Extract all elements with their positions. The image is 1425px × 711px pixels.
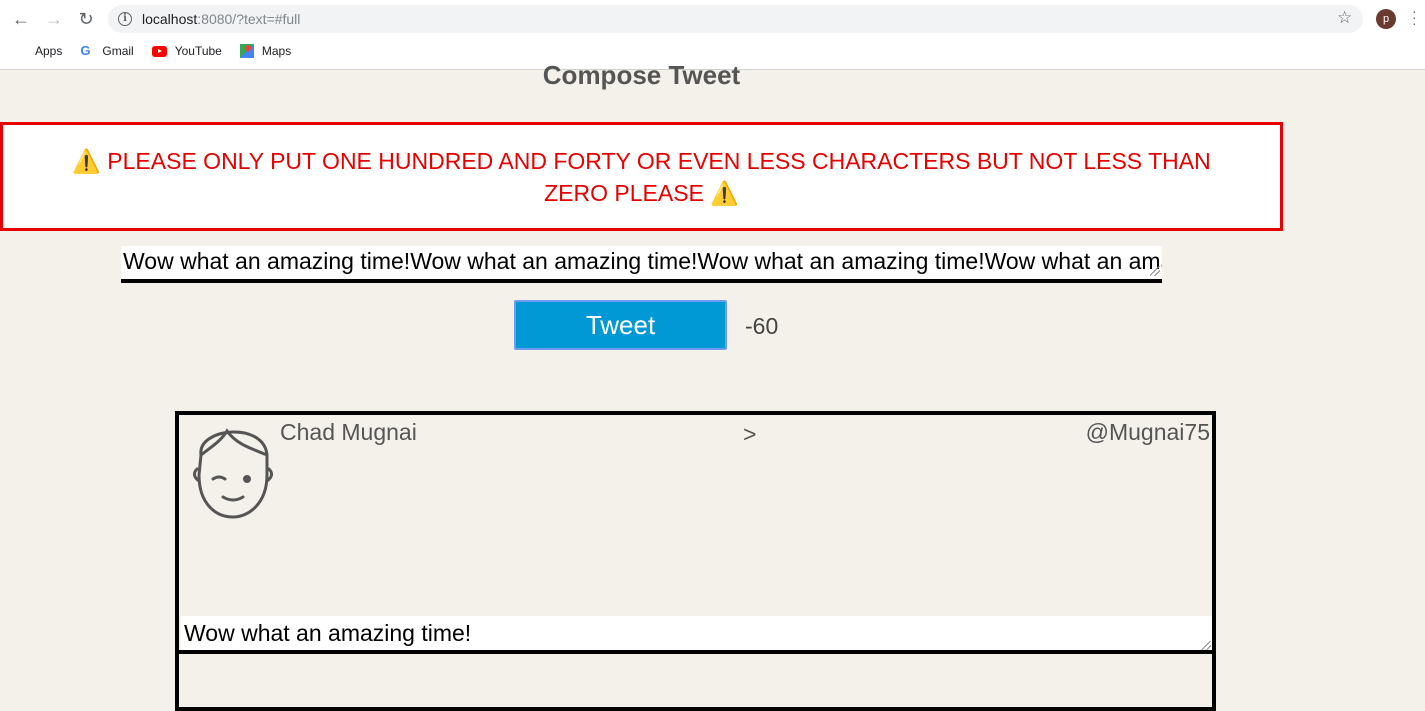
info-icon[interactable]: i [118, 12, 132, 26]
bookmark-maps[interactable]: Maps [239, 44, 292, 58]
bookmark-label: Apps [35, 44, 63, 58]
menu-icon[interactable]: · · · [1412, 4, 1417, 30]
warning-text: ⚠️ PLEASE ONLY PUT ONE HUNDRED AND FORTY… [72, 147, 1211, 206]
bookmark-label: Gmail [102, 44, 134, 58]
bookmarks-bar: Apps G Gmail YouTube Maps [14, 42, 309, 60]
reload-icon[interactable]: ↻ [76, 9, 96, 29]
url-path: :8080/?text=#full [197, 11, 301, 27]
bookmark-label: YouTube [174, 44, 222, 58]
tweet-author-handle: @Mugnai75 [1085, 419, 1210, 445]
google-icon: G [80, 43, 91, 58]
avatar-face-icon [192, 428, 274, 519]
youtube-icon [151, 45, 167, 57]
bookmark-youtube[interactable]: YouTube [151, 44, 222, 58]
bookmark-gmail[interactable]: G Gmail [80, 43, 134, 59]
back-arrow-icon[interactable]: ← [11, 9, 31, 29]
maps-icon [239, 44, 254, 58]
character-warning: ⚠️ PLEASE ONLY PUT ONE HUNDRED AND FORTY… [0, 122, 1283, 231]
resize-handle-icon[interactable] [1150, 266, 1160, 276]
tweet-card: Chad Mugnai > @Mugnai75 Wow what an amaz… [175, 411, 1216, 711]
bookmark-star-icon[interactable]: ☆ [1337, 8, 1352, 28]
reply-arrow[interactable]: > [743, 421, 756, 448]
apps-grid-icon [14, 45, 27, 58]
page-title: Compose Tweet [542, 60, 741, 90]
tweet-input[interactable] [121, 246, 1162, 283]
tweet-author-name: Chad Mugnai [280, 419, 417, 445]
bookmark-label: Maps [261, 44, 292, 58]
forward-arrow-icon[interactable]: → [44, 9, 64, 29]
tweet-text: Wow what an amazing time! [181, 616, 1212, 652]
tweet-button[interactable]: Tweet [514, 300, 727, 350]
bookmark-apps[interactable]: Apps [14, 44, 62, 58]
url-host: localhost [142, 11, 198, 27]
card-divider [175, 650, 1216, 654]
address-bar[interactable]: i localhost:8080/?text=#full [108, 5, 1363, 33]
character-count: -60 [745, 313, 779, 339]
profile-avatar[interactable]: p [1376, 9, 1396, 29]
